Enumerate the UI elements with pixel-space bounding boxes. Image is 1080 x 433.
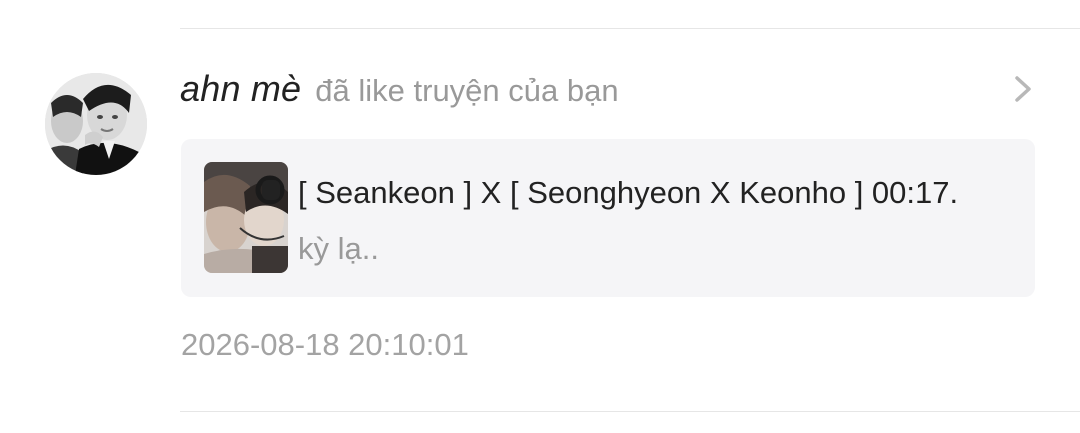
story-title: [ Seankeon ] X [ Seonghyeon X Keonho ] 0…	[298, 175, 959, 210]
username-link[interactable]: ahn mè	[180, 68, 301, 110]
divider	[180, 28, 1080, 29]
story-subtitle: kỳ lạ..	[298, 231, 379, 266]
notification-header: ahn mè đã like truyện của bạn	[180, 68, 619, 114]
avatar[interactable]	[45, 73, 147, 175]
story-card[interactable]: [ Seankeon ] X [ Seonghyeon X Keonho ] 0…	[181, 139, 1035, 297]
story-cover-image	[204, 162, 288, 273]
divider	[180, 411, 1080, 412]
notification-item: ahn mè đã like truyện của bạn [ Seankeon…	[0, 0, 1080, 433]
chevron-right-icon[interactable]	[1010, 74, 1036, 104]
action-text: đã like truyện của bạn	[315, 73, 619, 108]
timestamp: 2026-08-18 20:10:01	[181, 327, 469, 362]
